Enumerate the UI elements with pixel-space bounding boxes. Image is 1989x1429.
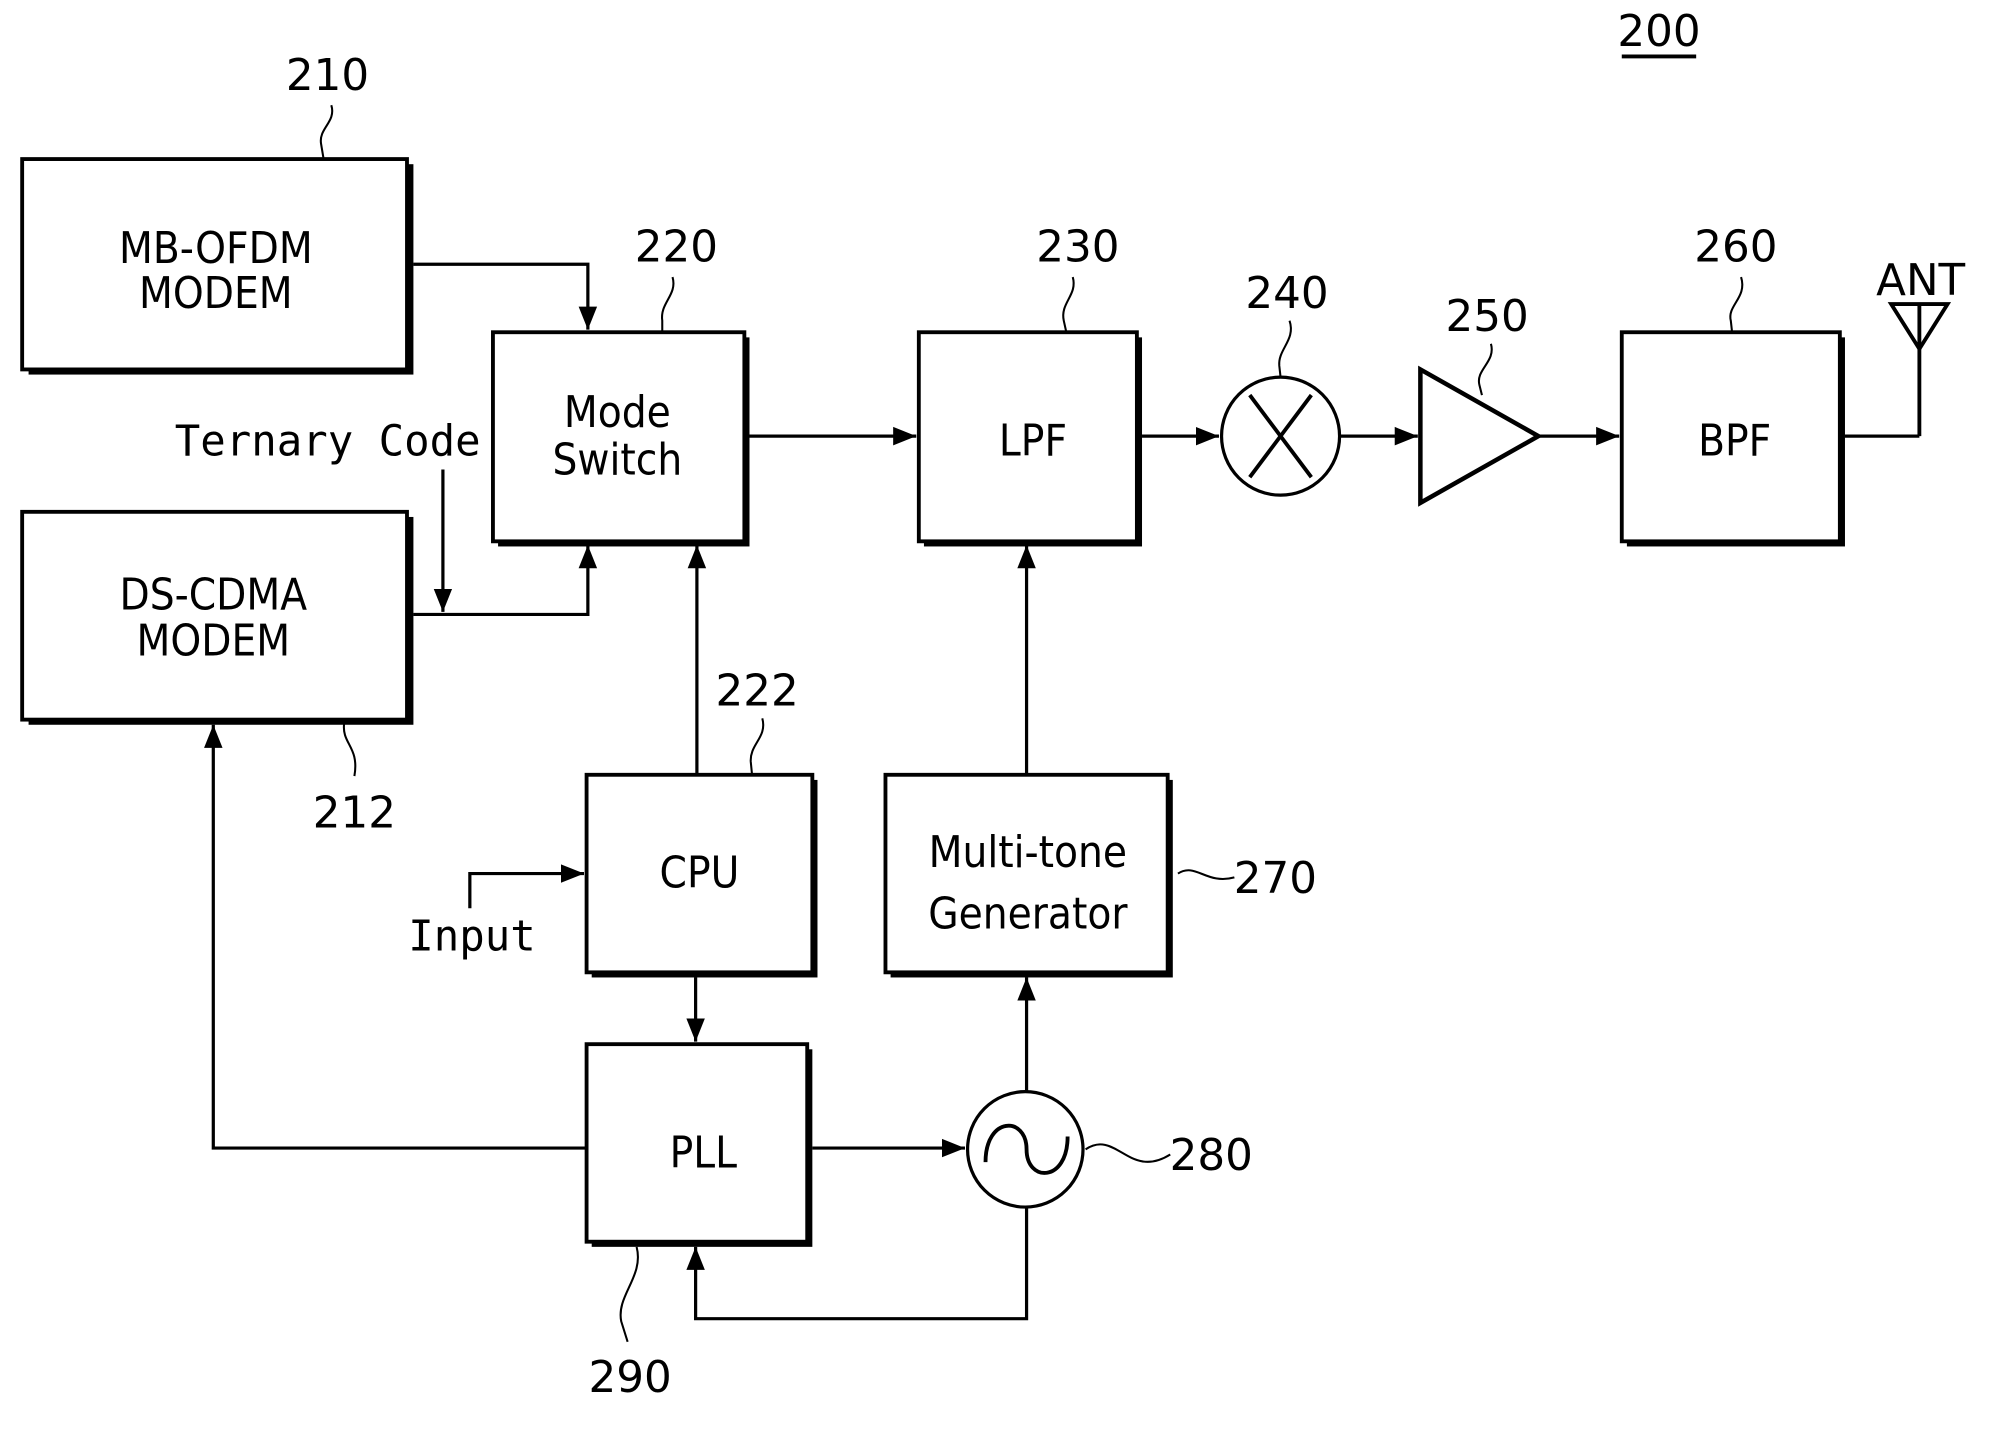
mode-switch-block: Mode Switch 220	[491, 223, 750, 547]
figure-reference-number: 200	[1617, 7, 1700, 57]
mixer-ref: 240	[1245, 269, 1328, 319]
amplifier-symbol: 250	[1418, 292, 1543, 507]
mb-ofdm-label-line1: MB-OFDM	[119, 224, 313, 274]
lpf-label: LPF	[999, 416, 1067, 466]
cpu-label: CPU	[660, 849, 740, 899]
multitone-label-line1: Multi-tone	[929, 828, 1127, 878]
mode-switch-ref: 220	[635, 223, 718, 273]
oscillator-ref: 280	[1170, 1131, 1253, 1181]
mb-ofdm-ref: 210	[286, 51, 369, 101]
mixer-symbol: 240	[1219, 269, 1342, 497]
amplifier-ref: 250	[1445, 292, 1528, 342]
multitone-label-line2: Generator	[928, 890, 1128, 940]
cpu-ref: 222	[716, 667, 799, 717]
pll-block: PLL 290	[584, 1042, 813, 1403]
multitone-generator-block: Multi-tone Generator 270	[883, 772, 1317, 978]
figure-reference: 200	[1617, 7, 1701, 59]
block-diagram: 200 MB-OFDM MODEM 210 DS-CDMA MODEM 212 …	[20, 7, 1966, 1403]
multitone-ref: 270	[1234, 854, 1317, 904]
bpf-block: BPF 260	[1619, 223, 1845, 547]
ternary-code-label: Ternary Code	[175, 416, 481, 465]
wire-input-to-cpu	[468, 864, 585, 909]
bpf-ref: 260	[1694, 223, 1777, 273]
wire-dscdma-to-switch	[413, 545, 598, 617]
amplifier-triangle-icon	[1418, 365, 1543, 507]
oscillator-symbol: 280	[965, 1090, 1253, 1209]
lpf-block: LPF 230	[916, 223, 1143, 547]
lpf-ref: 230	[1036, 223, 1119, 273]
cpu-block: CPU 222	[584, 667, 818, 978]
ds-cdma-modem-block: DS-CDMA MODEM 212	[20, 509, 414, 838]
mb-ofdm-modem-block: MB-OFDM MODEM 210	[20, 51, 414, 375]
antenna-symbol: ANT	[1844, 256, 1966, 438]
input-label: Input	[408, 912, 535, 961]
mode-switch-label-line2: Switch	[553, 436, 683, 486]
pll-ref: 290	[589, 1353, 672, 1403]
mode-switch-label-line1: Mode	[564, 388, 671, 438]
pll-label: PLL	[670, 1128, 738, 1178]
antenna-label: ANT	[1876, 256, 1965, 306]
wire-mbofdm-to-switch	[413, 262, 598, 330]
mb-ofdm-label-line2: MODEM	[139, 269, 293, 319]
ds-cdma-label-line1: DS-CDMA	[119, 570, 307, 620]
ds-cdma-label-line2: MODEM	[136, 616, 290, 666]
bpf-label: BPF	[1698, 416, 1771, 466]
ds-cdma-ref: 212	[313, 788, 396, 838]
